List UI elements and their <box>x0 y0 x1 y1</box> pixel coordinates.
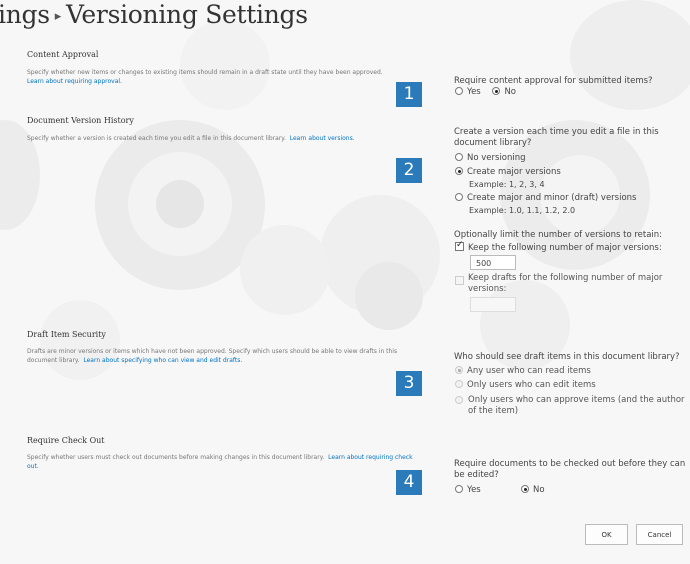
step-badge-2: 2 <box>396 158 422 183</box>
drafts-count-input[interactable] <box>470 297 516 312</box>
section-description-draft-security: Drafts are minor versions or items which… <box>27 348 398 364</box>
breadcrumb-parent[interactable]: ings <box>0 0 50 29</box>
breadcrumb-separator-icon: ▸ <box>54 9 62 24</box>
section-heading-content-approval: Content Approval <box>27 50 99 59</box>
step-badge-4: 4 <box>396 470 422 495</box>
page-title-text: Versioning Settings <box>65 0 308 29</box>
learn-about-versions-link[interactable]: Learn about versions. <box>290 135 355 142</box>
keep-major-versions-checkbox[interactable]: Keep the following number of major versi… <box>455 240 662 254</box>
check-out-yes-radio[interactable]: Yes <box>455 485 481 496</box>
section-heading-draft-security: Draft Item Security <box>27 330 106 339</box>
check-out-question: Require documents to be checked out befo… <box>454 459 686 480</box>
learn-about-drafts-link[interactable]: Learn about specifying who can view and … <box>83 357 242 364</box>
learn-about-approval-link[interactable]: Learn about requiring approval. <box>27 78 122 85</box>
section-description-content-approval: Specify whether new items or changes to … <box>27 69 383 85</box>
only-approvers-radio[interactable] <box>455 396 467 407</box>
section-heading-version-history: Document Version History <box>27 116 134 125</box>
major-versions-count-input[interactable]: 500 <box>470 255 516 270</box>
limit-versions-label: Optionally limit the number of versions … <box>454 230 663 240</box>
section-description-version-history: Specify whether a version is created eac… <box>27 135 355 142</box>
content-approval-question: Require content approval for submitted i… <box>454 76 653 86</box>
page-title: ings ▸ Versioning Settings <box>0 0 308 32</box>
content-approval-yes-radio[interactable]: Yes <box>455 87 481 97</box>
draft-security-question: Who should see draft items in this docum… <box>454 352 680 362</box>
cancel-button[interactable]: Cancel <box>636 524 683 545</box>
create-major-versions-radio[interactable]: Create major versions <box>455 167 561 178</box>
keep-drafts-label: Keep drafts for the following number of … <box>468 273 663 294</box>
content-approval-options: Yes No <box>455 87 516 98</box>
step-badge-1: 1 <box>396 82 422 107</box>
step-badge-3: 3 <box>396 371 422 396</box>
content-approval-no-radio[interactable]: No <box>492 87 516 97</box>
check-out-no-radio[interactable]: No <box>521 485 545 496</box>
version-history-question: Create a version each time you edit a fi… <box>454 127 659 148</box>
ok-button[interactable]: OK <box>585 524 628 545</box>
only-edit-users-radio[interactable]: Only users who can edit items <box>455 380 596 391</box>
any-user-read-radio[interactable]: Any user who can read items <box>455 366 591 377</box>
major-versions-example: Example: 1, 2, 3, 4 <box>469 180 545 189</box>
no-versioning-radio[interactable]: No versioning <box>455 153 526 164</box>
keep-drafts-checkbox[interactable] <box>455 276 468 288</box>
create-major-minor-versions-radio[interactable]: Create major and minor (draft) versions <box>455 193 636 204</box>
section-description-check-out: Specify whether users must check out doc… <box>27 454 413 470</box>
section-heading-check-out: Require Check Out <box>27 436 105 445</box>
only-approvers-label: Only users who can approve items (and th… <box>468 395 685 416</box>
minor-versions-example: Example: 1.0, 1.1, 1.2, 2.0 <box>469 206 576 215</box>
